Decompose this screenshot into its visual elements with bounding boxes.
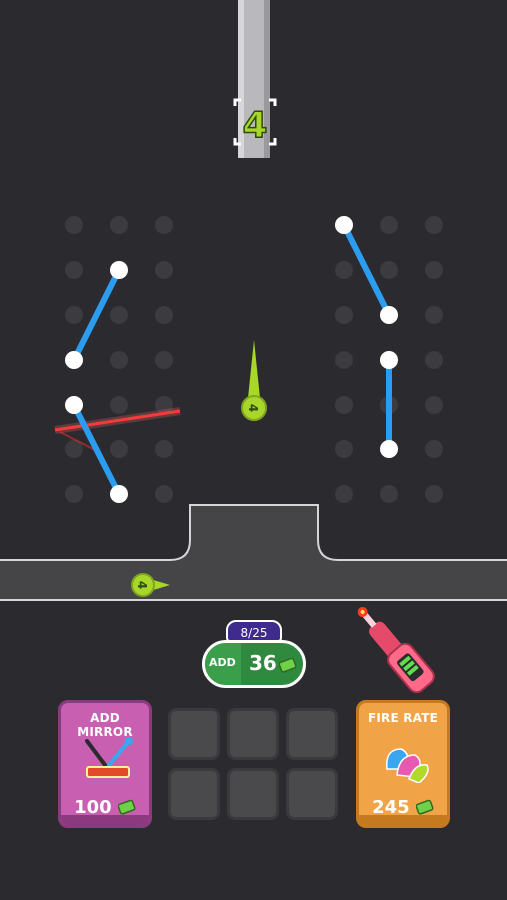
peg[interactable]	[335, 261, 353, 279]
fire-rate-card[interactable]: FIRE RATE 245	[356, 700, 450, 828]
peg[interactable]	[425, 440, 443, 458]
add-label: ADD	[209, 656, 236, 669]
inventory-slot[interactable]	[227, 708, 279, 760]
peg[interactable]	[335, 306, 353, 324]
peg[interactable]	[425, 261, 443, 279]
collector-channel	[0, 505, 507, 600]
cash-icon	[117, 799, 136, 815]
peg[interactable]	[110, 216, 128, 234]
peg[interactable]	[155, 485, 173, 503]
inventory-slot[interactable]	[286, 708, 338, 760]
cash-icon	[415, 799, 434, 815]
peg[interactable]	[380, 216, 398, 234]
ball-icon	[386, 748, 429, 783]
peg[interactable]	[65, 216, 83, 234]
game-stage[interactable]: 4 4 4 8/25 ADD 36 ADD MIRROR 100 FIRE RA…	[0, 0, 507, 900]
svg-text:4: 4	[246, 404, 260, 412]
peg[interactable]	[335, 440, 353, 458]
peg[interactable]	[335, 485, 353, 503]
peg[interactable]	[110, 351, 128, 369]
peg[interactable]	[110, 440, 128, 458]
peg[interactable]	[110, 306, 128, 324]
peg[interactable]	[110, 396, 128, 414]
peg[interactable]	[425, 351, 443, 369]
ball-progress: 8/25	[226, 620, 282, 642]
ball: 4	[241, 340, 267, 421]
target-count: 4	[242, 105, 267, 146]
peg[interactable]	[425, 396, 443, 414]
svg-text:4: 4	[135, 581, 149, 589]
peg[interactable]	[65, 261, 83, 279]
peg[interactable]	[335, 351, 353, 369]
mirror-icon	[85, 737, 133, 778]
peg[interactable]	[155, 440, 173, 458]
peg[interactable]	[425, 485, 443, 503]
peg[interactable]	[380, 261, 398, 279]
peg[interactable]	[155, 351, 173, 369]
add-ball-panel: 8/25 ADD 36	[202, 620, 306, 690]
peg[interactable]	[155, 216, 173, 234]
add-mirror-card[interactable]: ADD MIRROR 100	[58, 700, 152, 828]
peg[interactable]	[425, 306, 443, 324]
peg[interactable]	[65, 306, 83, 324]
add-ball-button[interactable]: ADD 36	[202, 640, 306, 688]
laser-gun-icon[interactable]	[349, 599, 437, 696]
inventory-slot[interactable]	[286, 768, 338, 820]
inventory-slot[interactable]	[227, 768, 279, 820]
peg[interactable]	[335, 396, 353, 414]
peg[interactable]	[155, 306, 173, 324]
fire-rate-title: FIRE RATE	[367, 711, 439, 725]
peg[interactable]	[425, 216, 443, 234]
cash-icon	[279, 657, 297, 673]
inventory-slot[interactable]	[168, 708, 220, 760]
peg[interactable]	[155, 261, 173, 279]
inventory-slot[interactable]	[168, 768, 220, 820]
add-cost: 36	[249, 651, 277, 675]
peg[interactable]	[380, 485, 398, 503]
inventory-slots	[166, 706, 342, 826]
peg[interactable]	[65, 485, 83, 503]
